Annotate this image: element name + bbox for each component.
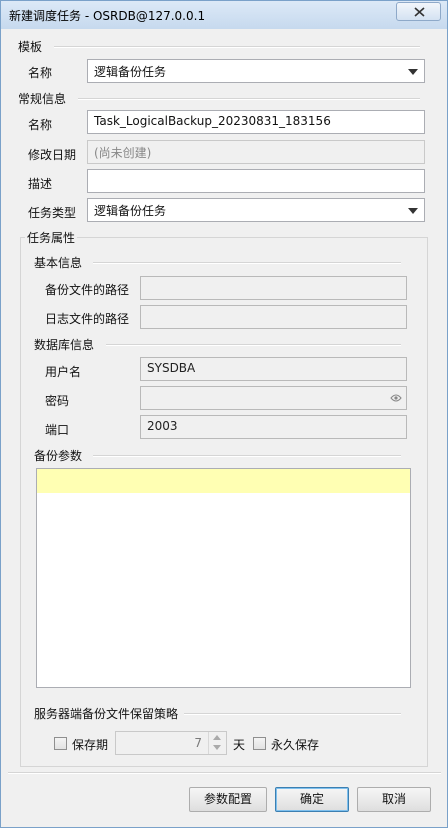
chevron-up-icon[interactable] xyxy=(213,735,221,740)
task-name-input[interactable]: Task_LogicalBackup_20230831_183156 xyxy=(87,110,425,134)
keep-forever-label: 永久保存 xyxy=(271,738,320,752)
template-name-select[interactable]: 逻辑备份任务 xyxy=(87,59,425,83)
current-line-highlight xyxy=(37,469,410,493)
retention-policy-label: 服务器端备份文件保留策略 xyxy=(34,707,179,721)
chevron-down-icon[interactable] xyxy=(408,208,418,214)
general-separator xyxy=(78,98,420,100)
password-label: 密码 xyxy=(45,394,70,408)
username-value: SYSDBA xyxy=(147,361,196,375)
ok-button[interactable]: 确定 xyxy=(275,787,349,812)
keep-period-checkbox[interactable] xyxy=(54,737,67,750)
backup-path-field[interactable] xyxy=(140,276,407,300)
log-path-field[interactable] xyxy=(140,305,407,329)
backup-params-separator xyxy=(93,455,401,457)
username-label: 用户名 xyxy=(45,365,82,379)
template-name-value: 逻辑备份任务 xyxy=(94,65,167,79)
keep-days-value: 7 xyxy=(194,736,202,750)
template-name-label: 名称 xyxy=(28,66,53,80)
port-field[interactable]: 2003 xyxy=(140,415,407,439)
chevron-down-icon[interactable] xyxy=(408,69,418,75)
log-path-label: 日志文件的路径 xyxy=(45,312,130,326)
backup-path-label: 备份文件的路径 xyxy=(45,283,130,297)
basic-info-label: 基本信息 xyxy=(34,256,83,270)
description-label: 描述 xyxy=(28,177,53,191)
template-section-label: 模板 xyxy=(18,40,43,54)
spinner-buttons[interactable] xyxy=(208,732,226,754)
port-label: 端口 xyxy=(45,423,70,437)
dialog-window: 新建调度任务 - OSRDB@127.0.0.1 模板 名称 逻辑备份任务 常规… xyxy=(0,0,448,828)
task-type-label: 任务类型 xyxy=(28,206,77,220)
keep-forever-checkbox[interactable] xyxy=(253,737,266,750)
description-input[interactable] xyxy=(87,169,425,193)
modified-date-field: (尚未创建) xyxy=(87,140,425,164)
close-icon xyxy=(414,7,425,17)
window-title: 新建调度任务 - OSRDB@127.0.0.1 xyxy=(9,9,206,23)
general-section-label: 常规信息 xyxy=(18,92,67,106)
modified-date-value: (尚未创建) xyxy=(94,146,152,160)
db-info-separator xyxy=(106,344,401,346)
days-unit-label: 天 xyxy=(233,738,246,752)
chevron-down-icon[interactable] xyxy=(213,745,221,750)
keep-days-spinner[interactable]: 7 xyxy=(115,731,227,755)
keep-period-label: 保存期 xyxy=(72,738,109,752)
close-button[interactable] xyxy=(396,2,441,21)
password-field[interactable] xyxy=(140,386,407,410)
backup-params-editor[interactable] xyxy=(36,468,411,688)
eye-icon[interactable] xyxy=(390,393,402,403)
task-name-label: 名称 xyxy=(28,118,53,132)
task-type-select[interactable]: 逻辑备份任务 xyxy=(87,198,425,222)
port-value: 2003 xyxy=(147,419,178,433)
modified-date-label: 修改日期 xyxy=(28,148,77,162)
backup-params-label: 备份参数 xyxy=(34,449,83,463)
task-type-value: 逻辑备份任务 xyxy=(94,204,167,218)
params-config-button[interactable]: 参数配置 xyxy=(189,787,267,812)
basic-info-separator xyxy=(93,262,401,264)
dialog-body: 模板 名称 逻辑备份任务 常规信息 名称 Task_LogicalBackup_… xyxy=(8,29,441,820)
username-field[interactable]: SYSDBA xyxy=(140,357,407,381)
retention-separator xyxy=(184,713,401,715)
footer-separator xyxy=(8,772,441,774)
db-info-label: 数据库信息 xyxy=(34,338,95,352)
title-bar[interactable]: 新建调度任务 - OSRDB@127.0.0.1 xyxy=(1,1,447,29)
template-separator xyxy=(54,46,420,48)
task-name-value: Task_LogicalBackup_20230831_183156 xyxy=(94,114,331,128)
task-properties-title: 任务属性 xyxy=(25,229,78,246)
cancel-button[interactable]: 取消 xyxy=(357,787,431,812)
